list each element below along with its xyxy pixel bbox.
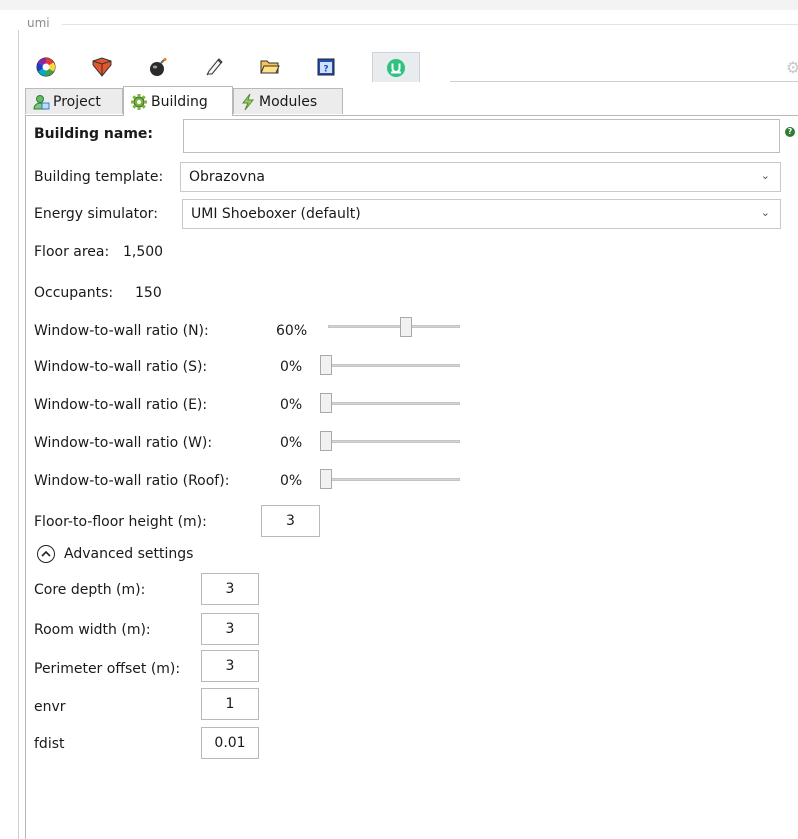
layers-icon [92, 57, 112, 77]
advanced-settings-label[interactable]: Advanced settings [64, 546, 193, 562]
help-icon[interactable]: ? [785, 127, 795, 137]
core-depth-label: Core depth (m): [34, 582, 146, 598]
umi-button[interactable] [372, 52, 420, 82]
window-top-band [0, 0, 798, 10]
wwr-slider-track[interactable] [320, 402, 460, 405]
chevron-down-icon: ⌄ [760, 206, 770, 219]
tab-modules-label: Modules [259, 93, 318, 110]
energy-simulator-value: UMI Shoeboxer (default) [191, 206, 361, 222]
wwr-slider-thumb[interactable] [320, 393, 332, 413]
wwr-label: Window-to-wall ratio (N): [34, 323, 209, 339]
building-gear-icon [130, 93, 148, 111]
tab-building[interactable]: Building [123, 86, 233, 116]
building-name-input[interactable] [183, 119, 780, 153]
wwr-value: 0% [280, 359, 303, 375]
advanced-toggle-button[interactable] [37, 545, 55, 563]
occupants-value: 150 [135, 285, 162, 301]
wwr-slider-track[interactable] [320, 478, 460, 481]
help-window-icon: ? [317, 58, 335, 76]
tab-project-label: Project [53, 93, 101, 110]
wwr-slider-track[interactable] [320, 440, 460, 443]
wwr-value: 0% [280, 435, 303, 451]
color-wheel-button[interactable] [22, 52, 70, 82]
toolbar-divider [450, 81, 798, 82]
room-width-input[interactable]: 3 [201, 613, 259, 645]
umi-logo-icon [387, 58, 405, 77]
gear-icon[interactable]: ⚙ [786, 58, 798, 74]
chevron-up-icon [41, 550, 51, 557]
color-wheel-icon [36, 57, 56, 77]
envr-input[interactable]: 1 [201, 688, 259, 720]
wwr-label: Window-to-wall ratio (Roof): [34, 473, 230, 489]
floor-height-label: Floor-to-floor height (m): [34, 514, 207, 530]
chevron-down-icon: ⌄ [760, 169, 770, 182]
project-user-icon [32, 93, 50, 111]
folder-icon [260, 60, 280, 74]
energy-simulator-label: Energy simulator: [34, 206, 158, 222]
wwr-slider-thumb[interactable] [320, 355, 332, 375]
pencil-button[interactable] [190, 52, 238, 82]
floor-area-label: Floor area: [34, 244, 110, 260]
wwr-label: Window-to-wall ratio (S): [34, 359, 208, 375]
wwr-value: 60% [276, 323, 308, 339]
help-window-button[interactable]: ? [302, 52, 350, 82]
wwr-slider-track[interactable] [320, 364, 460, 367]
pencil-icon [206, 58, 223, 76]
tab-project[interactable]: Project [25, 88, 123, 114]
wwr-slider-track[interactable] [328, 325, 460, 328]
wwr-label: Window-to-wall ratio (E): [34, 397, 208, 413]
tab-building-label: Building [151, 93, 208, 110]
wwr-slider-thumb[interactable] [320, 469, 332, 489]
wwr-slider-thumb[interactable] [400, 317, 412, 337]
building-name-label: Building name: [34, 126, 154, 142]
toolbar: ? [22, 52, 798, 82]
wwr-value: 0% [280, 397, 303, 413]
building-template-label: Building template: [34, 169, 164, 185]
layers-button[interactable] [78, 52, 126, 82]
wwr-slider-thumb[interactable] [320, 431, 332, 451]
wwr-value: 0% [280, 473, 303, 489]
building-template-value: Obrazovna [189, 169, 265, 185]
perimeter-offset-input[interactable]: 3 [201, 650, 259, 682]
room-width-label: Room width (m): [34, 622, 151, 638]
title-divider [62, 24, 798, 25]
energy-simulator-select[interactable]: UMI Shoeboxer (default) ⌄ [182, 199, 781, 229]
tab-modules[interactable]: Modules [233, 88, 343, 114]
panel-title: umi [27, 16, 50, 30]
floor-height-input[interactable]: 3 [261, 505, 320, 537]
wwr-label: Window-to-wall ratio (W): [34, 435, 213, 451]
panel-left-border [18, 30, 19, 839]
bomb-button[interactable] [134, 52, 182, 82]
content-left-border [25, 116, 26, 839]
floor-area-value: 1,500 [123, 244, 164, 260]
fdist-input[interactable]: 0.01 [201, 727, 259, 759]
open-folder-button[interactable] [246, 52, 294, 82]
svg-text:?: ? [323, 65, 328, 75]
lightning-icon [240, 93, 256, 111]
occupants-label: Occupants: [34, 285, 114, 301]
perimeter-offset-label: Perimeter offset (m): [34, 661, 181, 677]
core-depth-input[interactable]: 3 [201, 573, 259, 605]
envr-label: envr [34, 699, 66, 715]
fdist-label: fdist [34, 736, 65, 752]
bomb-icon [150, 58, 167, 76]
building-template-select[interactable]: Obrazovna ⌄ [180, 162, 781, 192]
